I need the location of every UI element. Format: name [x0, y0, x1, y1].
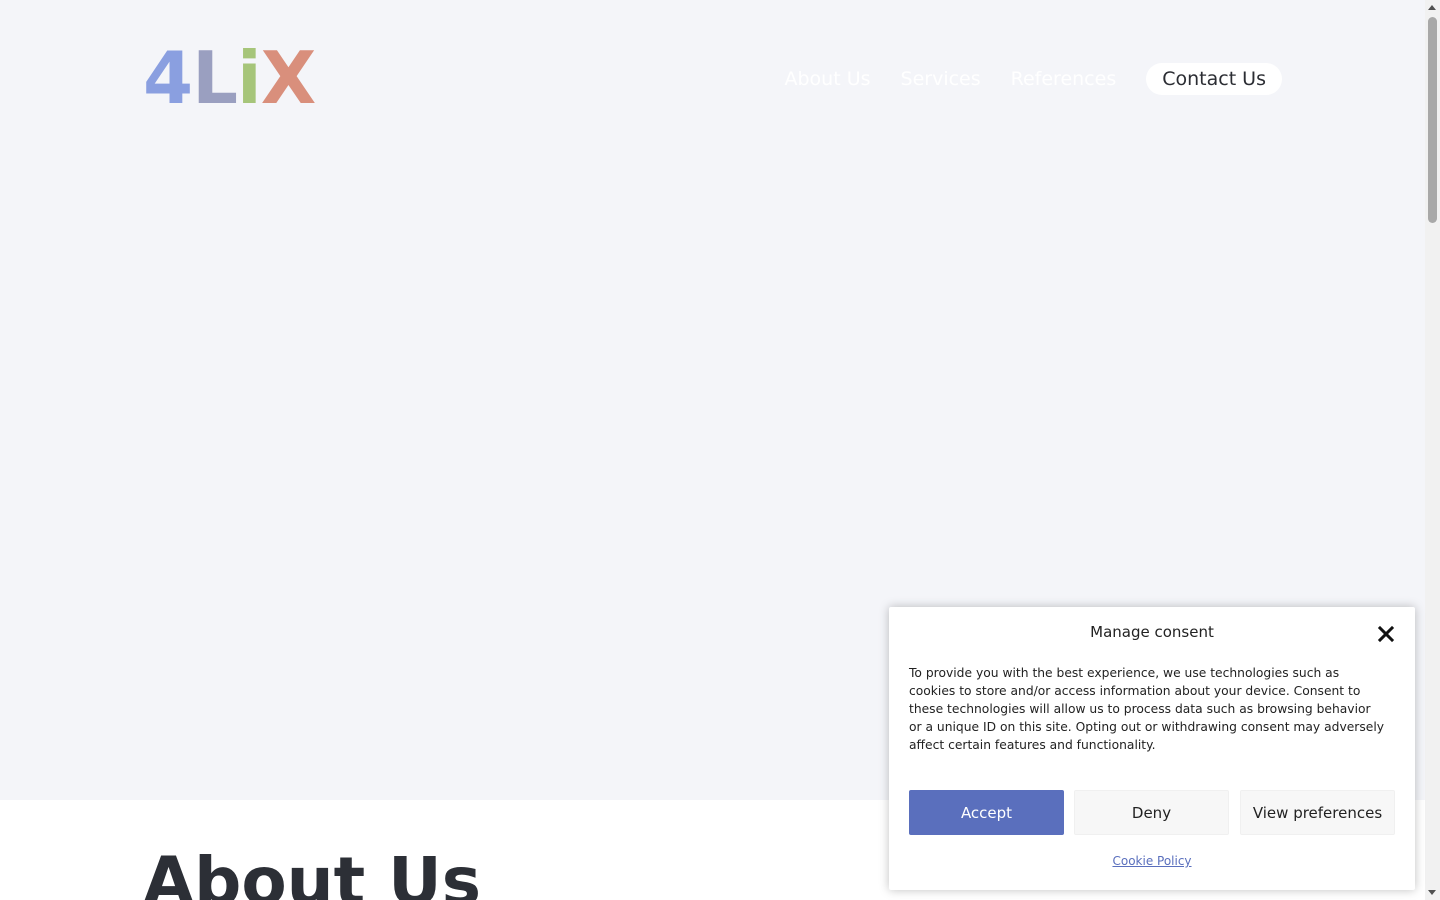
deny-button[interactable]: Deny: [1074, 790, 1229, 835]
logo-char-x: X: [260, 36, 317, 120]
close-icon[interactable]: [1377, 625, 1395, 643]
cookie-consent-dialog: Manage consent To provide you with the b…: [889, 607, 1415, 890]
consent-title: Manage consent: [1090, 623, 1214, 641]
page: 4 L i X About Us Services References Con…: [0, 0, 1440, 900]
scroll-up-arrow-icon[interactable]: [1428, 5, 1436, 10]
consent-description: To provide you with the best experience,…: [909, 666, 1385, 752]
page-scrollbar[interactable]: [1425, 0, 1440, 900]
nav-contact-button[interactable]: Contact Us: [1146, 63, 1282, 95]
main-nav: About Us Services References Contact Us: [769, 63, 1282, 95]
cookie-policy-link[interactable]: Cookie Policy: [889, 854, 1415, 868]
scroll-down-arrow-icon[interactable]: [1428, 890, 1436, 895]
accept-button[interactable]: Accept: [909, 790, 1064, 835]
scrollbar-thumb[interactable]: [1428, 17, 1437, 223]
logo-char-l: L: [192, 36, 238, 120]
nav-about-link[interactable]: About Us: [769, 63, 885, 95]
logo-char-i: i: [237, 36, 262, 120]
logo-char-4: 4: [143, 36, 193, 120]
site-logo[interactable]: 4 L i X: [143, 36, 317, 120]
view-preferences-button[interactable]: View preferences: [1240, 790, 1395, 835]
about-heading: About Us: [143, 843, 482, 900]
nav-references-link[interactable]: References: [996, 63, 1132, 95]
nav-services-link[interactable]: Services: [886, 63, 996, 95]
